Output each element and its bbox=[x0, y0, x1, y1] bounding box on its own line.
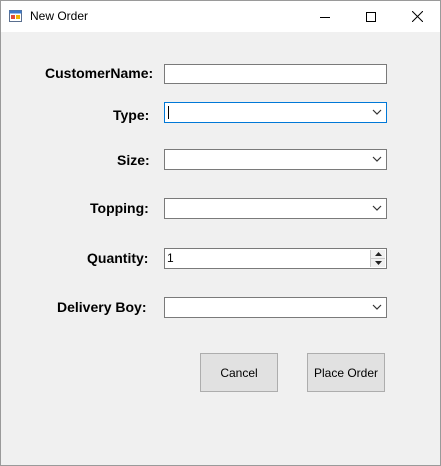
maximize-icon bbox=[366, 11, 376, 22]
type-combobox[interactable] bbox=[164, 102, 387, 123]
window-title: New Order bbox=[30, 9, 89, 23]
caret-up-icon bbox=[374, 252, 382, 256]
quantity-stepper[interactable]: 1 bbox=[164, 248, 387, 269]
customer-name-label: CustomerName: bbox=[45, 65, 154, 81]
delivery-boy-label: Delivery Boy: bbox=[57, 299, 147, 315]
minimize-icon bbox=[320, 16, 330, 18]
quantity-spin-buttons bbox=[370, 250, 385, 267]
chevron-down-icon[interactable] bbox=[372, 204, 382, 212]
caret-down-icon bbox=[374, 261, 382, 265]
topping-combobox[interactable] bbox=[164, 198, 387, 219]
delivery-boy-combobox[interactable] bbox=[164, 297, 387, 318]
place-order-button[interactable]: Place Order bbox=[307, 353, 385, 392]
spin-down-button[interactable] bbox=[371, 259, 385, 267]
new-order-window: New Order CustomerName: Type: Size: Topp… bbox=[0, 0, 441, 466]
cancel-button[interactable]: Cancel bbox=[200, 353, 278, 392]
customer-name-input[interactable] bbox=[164, 64, 387, 84]
size-label: Size: bbox=[117, 152, 150, 168]
minimize-button[interactable] bbox=[302, 1, 348, 32]
maximize-button[interactable] bbox=[348, 1, 394, 32]
type-label: Type: bbox=[113, 107, 150, 123]
chevron-down-icon[interactable] bbox=[372, 155, 382, 163]
quantity-value[interactable]: 1 bbox=[167, 251, 174, 265]
close-button[interactable] bbox=[394, 1, 440, 32]
size-combobox[interactable] bbox=[164, 149, 387, 170]
form-app-icon bbox=[9, 10, 22, 22]
close-icon bbox=[411, 11, 423, 22]
quantity-label: Quantity: bbox=[87, 250, 149, 266]
spin-up-button[interactable] bbox=[371, 250, 385, 259]
title-bar[interactable]: New Order bbox=[1, 1, 440, 32]
chevron-down-icon[interactable] bbox=[372, 108, 382, 116]
topping-label: Topping: bbox=[90, 200, 149, 216]
chevron-down-icon[interactable] bbox=[372, 303, 382, 311]
text-caret bbox=[168, 106, 169, 119]
